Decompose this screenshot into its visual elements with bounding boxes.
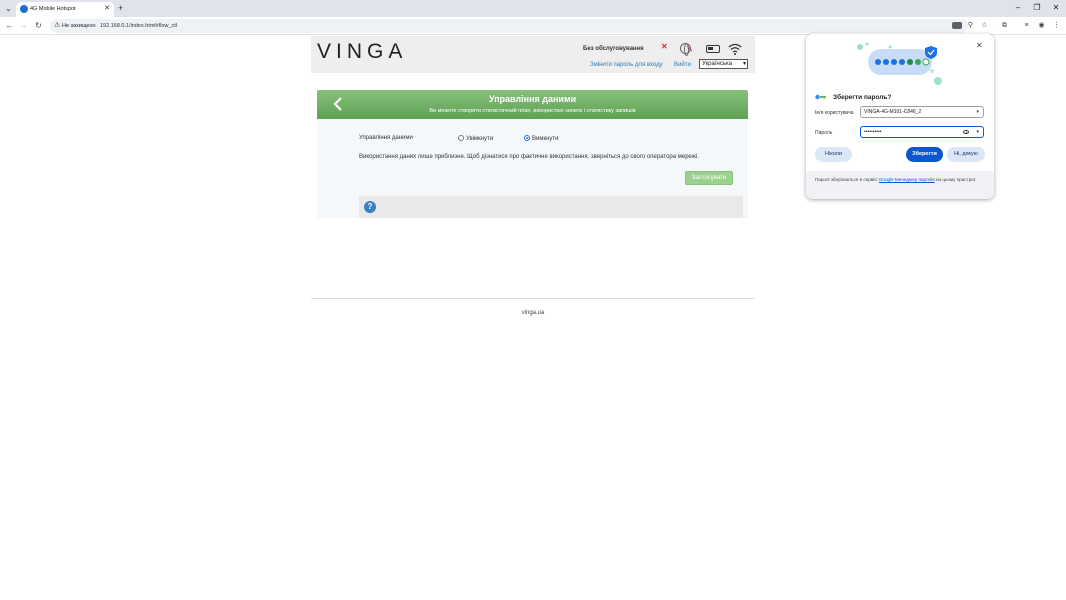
disable-label[interactable]: Вимкнути (532, 135, 559, 143)
forward-arrow-icon[interactable]: → (18, 20, 29, 31)
window-close-icon[interactable]: ✕ (1050, 2, 1062, 14)
vinga-logo: VINGA (317, 40, 408, 63)
enable-radio[interactable] (458, 135, 464, 141)
data-management-panel: Управління даними Ви можете створити ста… (317, 90, 748, 218)
show-password-eye-icon[interactable] (963, 130, 969, 134)
language-select[interactable]: Українська ▾ (699, 59, 748, 69)
password-illustration-icon (857, 42, 942, 85)
data-management-label: Управління даними (359, 135, 413, 141)
google-key-icon (815, 94, 826, 100)
address-bar[interactable]: ⚠ Не захищено 192.168.0.1/index.html#flo… (50, 19, 968, 33)
panel-subtitle: Ви можете створити статистичний план, ви… (429, 108, 636, 114)
footer-site-link[interactable]: vinga.ua (311, 309, 755, 317)
url-text[interactable]: 192.168.0.1/index.html#flow_ctl (100, 21, 177, 31)
close-icon[interactable]: ✕ (976, 41, 983, 51)
apply-button[interactable]: Застосувати (685, 171, 733, 185)
dialog-footer: Паролі зберігаються в сервісі Google Мен… (806, 171, 994, 199)
reload-icon[interactable]: ↻ (33, 20, 44, 31)
tab-close-icon[interactable]: ✕ (104, 4, 110, 14)
change-password-link[interactable]: Змінити пароль для входу (590, 61, 663, 69)
dialog-title: Зберегти пароль? (833, 94, 892, 101)
panel-header: Управління даними Ви можете створити ста… (317, 90, 748, 119)
bookmark-star-icon[interactable]: ☆ (979, 20, 990, 31)
router-header: VINGA Без обслуговування ✕ Змінити парол… (311, 36, 755, 73)
extensions-icon[interactable]: ⧉ (999, 20, 1010, 31)
logout-link[interactable]: Вийти (674, 61, 691, 69)
password-label: Пароль (815, 130, 833, 136)
help-bar: ? (359, 196, 743, 218)
restore-icon[interactable]: ❐ (1031, 2, 1043, 14)
minimize-icon[interactable]: – (1012, 2, 1024, 14)
username-label: Ім'я користувача (815, 110, 854, 116)
footer-suffix: на цьому пристрої. (934, 177, 977, 182)
menu-icon[interactable]: ⋮ (1051, 20, 1062, 31)
save-password-dialog: ✕ Зберегти пароль? Ім'я користувача VING… (806, 34, 994, 199)
disable-radio[interactable] (524, 135, 530, 141)
zoom-icon[interactable]: ⚲ (965, 20, 976, 31)
footer-divider (311, 298, 755, 299)
help-question-icon[interactable]: ? (364, 201, 376, 213)
footer-prefix: Паролі зберігаються в сервісі (815, 177, 879, 182)
internet-globe-icon (680, 43, 691, 56)
footer-note: Паролі зберігаються в сервісі Google Мен… (815, 176, 985, 184)
tab-title: 4G Mobile Hotspot (30, 6, 76, 12)
new-tab-icon[interactable]: + (118, 3, 123, 13)
security-status[interactable]: Не захищено (62, 21, 96, 31)
never-button[interactable]: Ніколи (815, 147, 852, 162)
no-signal-icon: ✕ (661, 42, 668, 51)
username-field[interactable]: VINGA-4G-M101-C846_2 ▾ (860, 106, 984, 118)
usage-note: Використання даних лише приблизне. Щоб д… (359, 154, 699, 160)
wifi-icon (728, 43, 742, 55)
password-key-icon[interactable] (952, 22, 962, 29)
password-value: •••••••••• (864, 129, 882, 135)
username-value: VINGA-4G-M101-C846_2 (864, 109, 922, 115)
warning-icon[interactable]: ⚠ (54, 21, 60, 31)
network-status: Без обслуговування (583, 46, 644, 52)
browser-toolbar: ← → ↻ ⚠ Не захищено 192.168.0.1/index.ht… (0, 17, 1066, 35)
chevron-down-icon: ▾ (742, 61, 746, 67)
password-manager-link[interactable]: Google Менеджер паролів (879, 177, 935, 182)
password-field[interactable]: •••••••••• ▾ (860, 126, 984, 138)
profile-icon[interactable]: ◉ (1036, 20, 1047, 31)
tab-active[interactable]: 4G Mobile Hotspot ✕ (16, 2, 114, 17)
chevron-down-icon[interactable]: ▾ (976, 128, 979, 137)
back-arrow-icon[interactable]: ← (4, 20, 15, 31)
tab-search-icon[interactable]: ⌄ (3, 3, 14, 14)
chevron-down-icon[interactable]: ▾ (976, 108, 979, 117)
language-value: Українська (702, 61, 733, 67)
no-thanks-button[interactable]: Ні, дякую (947, 147, 985, 162)
enable-label[interactable]: Увімкнути (466, 135, 493, 143)
favicon-icon (20, 5, 28, 13)
save-button[interactable]: Зберегти (906, 147, 943, 162)
panel-title: Управління даними (488, 94, 577, 104)
battery-icon (706, 45, 720, 53)
reading-list-icon[interactable]: ≡ (1021, 20, 1032, 31)
browser-tabstrip: ⌄ 4G Mobile Hotspot ✕ + – ❐ ✕ (0, 0, 1066, 17)
